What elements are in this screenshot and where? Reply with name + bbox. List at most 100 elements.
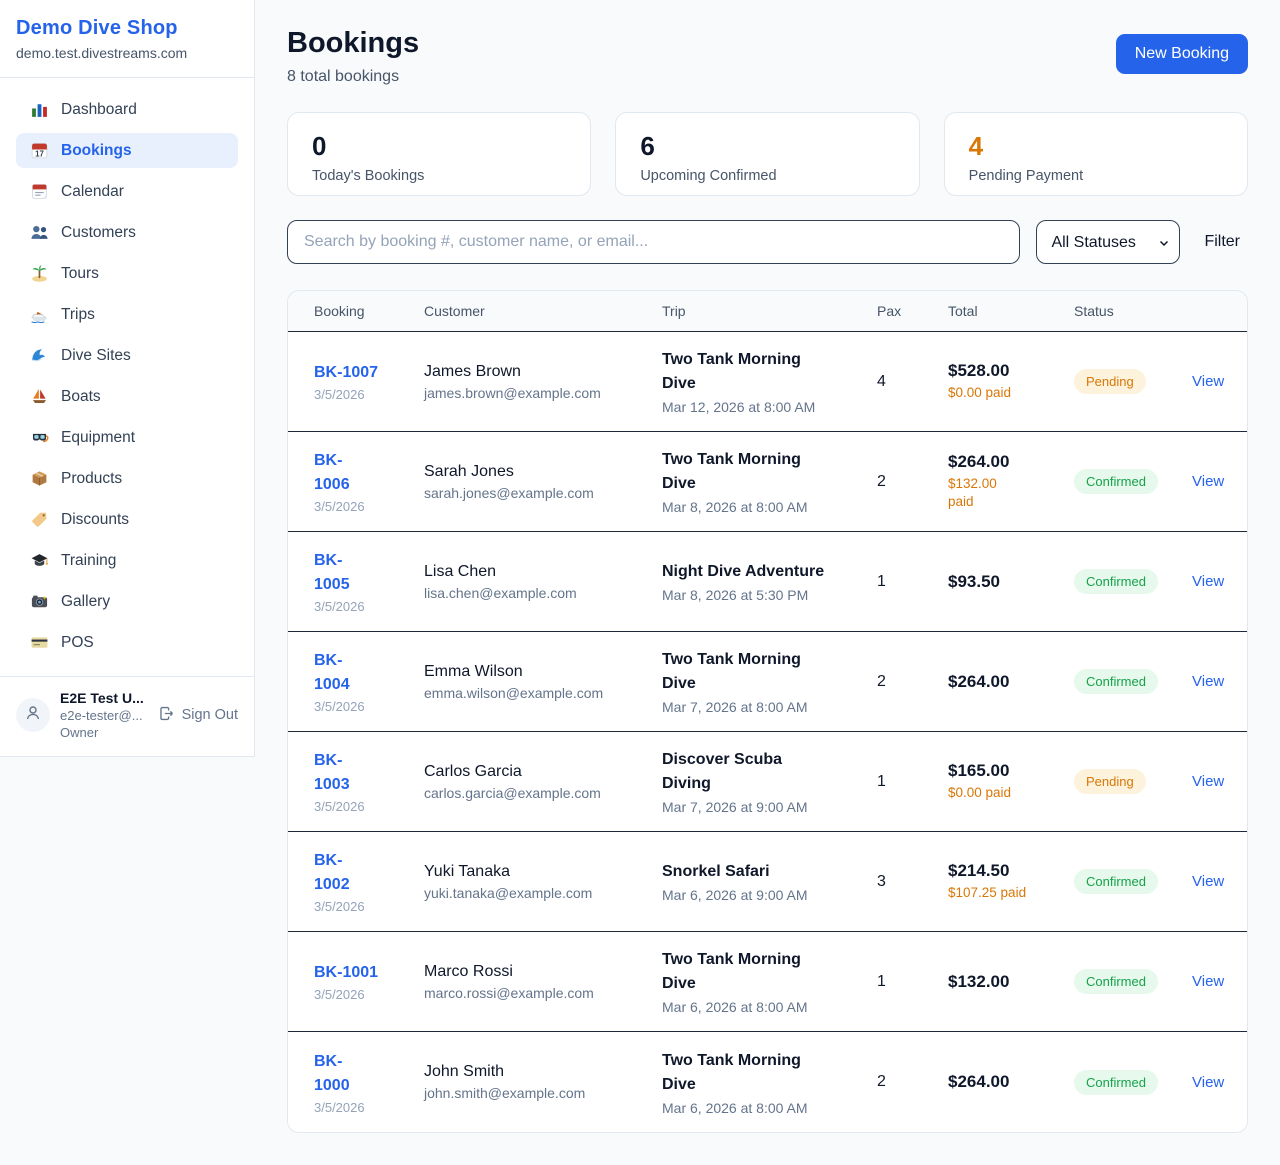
stat-label: Pending Payment	[969, 168, 1223, 184]
sidebar-item-dive-sites[interactable]: Dive Sites	[16, 338, 238, 373]
stat-cards: 0 Today's Bookings 6 Upcoming Confirmed …	[287, 112, 1248, 196]
paid-amount: $0.00 paid	[948, 384, 1074, 402]
status-cell: Confirmed	[1074, 569, 1192, 594]
pax-count: 4	[877, 373, 948, 391]
sidebar-item-calendar[interactable]: Calendar	[16, 174, 238, 209]
filter-button[interactable]: Filter	[1196, 233, 1248, 251]
table-row: BK- 10033/5/2026Carlos Garciacarlos.garc…	[288, 732, 1247, 832]
booking-id-link[interactable]: BK- 1000	[314, 1050, 424, 1098]
booking-cell: BK- 10023/5/2026	[314, 849, 424, 914]
booking-date: 3/5/2026	[314, 387, 424, 402]
view-link[interactable]: View	[1192, 773, 1229, 790]
sidebar-item-gallery[interactable]: Gallery	[16, 584, 238, 619]
sidebar-item-label: Dashboard	[61, 101, 137, 119]
stat-label: Today's Bookings	[312, 168, 566, 184]
view-link[interactable]: View	[1192, 673, 1229, 690]
search-input[interactable]	[287, 220, 1020, 264]
sidebar-item-discounts[interactable]: Discounts	[16, 502, 238, 537]
pax-count: 1	[877, 573, 948, 591]
booking-id-link[interactable]: BK- 1004	[314, 649, 424, 697]
sidebar-item-label: Bookings	[61, 142, 132, 160]
stat-card-pending-payment: 4 Pending Payment	[944, 112, 1248, 196]
sidebar-item-tours[interactable]: Tours	[16, 256, 238, 291]
booking-date: 3/5/2026	[314, 699, 424, 714]
column-header-trip: Trip	[662, 303, 877, 319]
tag-icon	[30, 510, 49, 529]
view-link[interactable]: View	[1192, 473, 1229, 490]
trip-cell: Two Tank Morning DiveMar 8, 2026 at 8:00…	[662, 448, 877, 515]
sidebar-item-training[interactable]: Training	[16, 543, 238, 578]
trip-name: Two Tank Morning Dive	[662, 1049, 877, 1097]
sidebar-item-dashboard[interactable]: Dashboard	[16, 92, 238, 127]
total-cell: $264.00$132.00 paid	[948, 452, 1074, 511]
customer-email: sarah.jones@example.com	[424, 485, 662, 501]
sidebar-item-customers[interactable]: Customers	[16, 215, 238, 250]
user-section: E2E Test U... e2e-tester@... Owner Sign …	[0, 676, 254, 756]
stat-label: Upcoming Confirmed	[640, 168, 894, 184]
booking-id-link[interactable]: BK- 1003	[314, 749, 424, 797]
trip-cell: Two Tank Morning DiveMar 7, 2026 at 8:00…	[662, 648, 877, 715]
trip-name: Two Tank Morning Dive	[662, 648, 877, 696]
calendar-17-icon: 17	[30, 141, 49, 160]
sidebar-item-bookings[interactable]: 17 Bookings	[16, 133, 238, 168]
trip-cell: Two Tank Morning Dive Mar 6, 2026 at 8:00…	[662, 1049, 877, 1116]
pax-count: 1	[877, 973, 948, 991]
user-meta: E2E Test U... e2e-tester@... Owner	[60, 690, 148, 740]
status-cell: Pending	[1074, 769, 1192, 794]
trip-cell: Night Dive AdventureMar 8, 2026 at 5:30 …	[662, 560, 877, 603]
total-cell: $93.50	[948, 572, 1074, 592]
trip-name: Discover Scuba Diving	[662, 748, 877, 796]
status-cell: Confirmed	[1074, 1070, 1192, 1095]
view-link[interactable]: View	[1192, 573, 1229, 590]
table-row: BK-10073/5/2026James Brownjames.brown@ex…	[288, 332, 1247, 432]
shop-name: Demo Dive Shop	[16, 17, 238, 40]
customer-email: carlos.garcia@example.com	[424, 785, 662, 801]
sidebar-item-pos[interactable]: POS	[16, 625, 238, 660]
booking-id-link[interactable]: BK-1007	[314, 361, 424, 385]
sidebar-item-label: Dive Sites	[61, 347, 131, 365]
customer-cell: Carlos Garciacarlos.garcia@example.com	[424, 763, 662, 801]
customer-email: marco.rossi@example.com	[424, 985, 662, 1001]
booking-id-link[interactable]: BK- 1002	[314, 849, 424, 897]
view-link[interactable]: View	[1192, 873, 1229, 890]
sidebar-item-label: Products	[61, 470, 122, 488]
status-badge: Confirmed	[1074, 969, 1158, 994]
column-header-total: Total	[948, 303, 1074, 319]
customer-name: John Smith	[424, 1063, 662, 1081]
table-row: BK- 10023/5/2026Yuki Tanakayuki.tanaka@e…	[288, 832, 1247, 932]
table-header-row: BookingCustomerTripPaxTotalStatus	[288, 291, 1247, 332]
sidebar-item-equipment[interactable]: Equipment	[16, 420, 238, 455]
trip-name: Two Tank Morning Dive	[662, 948, 877, 996]
status-select[interactable]: All Statuses	[1036, 220, 1180, 264]
status-badge: Confirmed	[1074, 669, 1158, 694]
person-icon	[23, 703, 43, 728]
pax-count: 2	[877, 1073, 948, 1091]
bookings-table: BookingCustomerTripPaxTotalStatus BK-100…	[287, 290, 1248, 1133]
sidebar-item-label: Trips	[61, 306, 95, 324]
trip-name: Two Tank Morning Dive	[662, 348, 877, 396]
customer-email: james.brown@example.com	[424, 385, 662, 401]
view-link[interactable]: View	[1192, 973, 1229, 990]
booking-id-link[interactable]: BK-1001	[314, 961, 424, 985]
bar-chart-icon	[30, 100, 49, 119]
booking-cell: BK-1007 3/5/2026	[314, 361, 424, 402]
credit-card-icon	[30, 633, 49, 652]
booking-id-link[interactable]: BK- 1006	[314, 449, 424, 497]
view-link[interactable]: View	[1192, 1074, 1229, 1091]
total-cell: $528.00$0.00 paid	[948, 361, 1074, 402]
total-cell: $214.50$107.25 paid	[948, 861, 1074, 902]
sign-out-button[interactable]: Sign Out	[158, 705, 238, 726]
status-cell: Pending	[1074, 369, 1192, 394]
customer-email: emma.wilson@example.com	[424, 685, 662, 701]
trip-datetime: Mar 6, 2026 at 8:00 AM	[662, 1100, 877, 1116]
sidebar-item-trips[interactable]: Trips	[16, 297, 238, 332]
sidebar-item-boats[interactable]: Boats	[16, 379, 238, 414]
booking-id-link[interactable]: BK- 1005	[314, 549, 424, 597]
table-row: BK- 10063/5/2026Sarah Jonessarah.jones@e…	[288, 432, 1247, 532]
sidebar-item-products[interactable]: Products	[16, 461, 238, 496]
pax-count: 3	[877, 873, 948, 891]
customer-email: lisa.chen@example.com	[424, 585, 662, 601]
view-link[interactable]: View	[1192, 373, 1229, 390]
new-booking-button[interactable]: New Booking	[1116, 34, 1248, 74]
customer-name: Lisa Chen	[424, 563, 662, 581]
